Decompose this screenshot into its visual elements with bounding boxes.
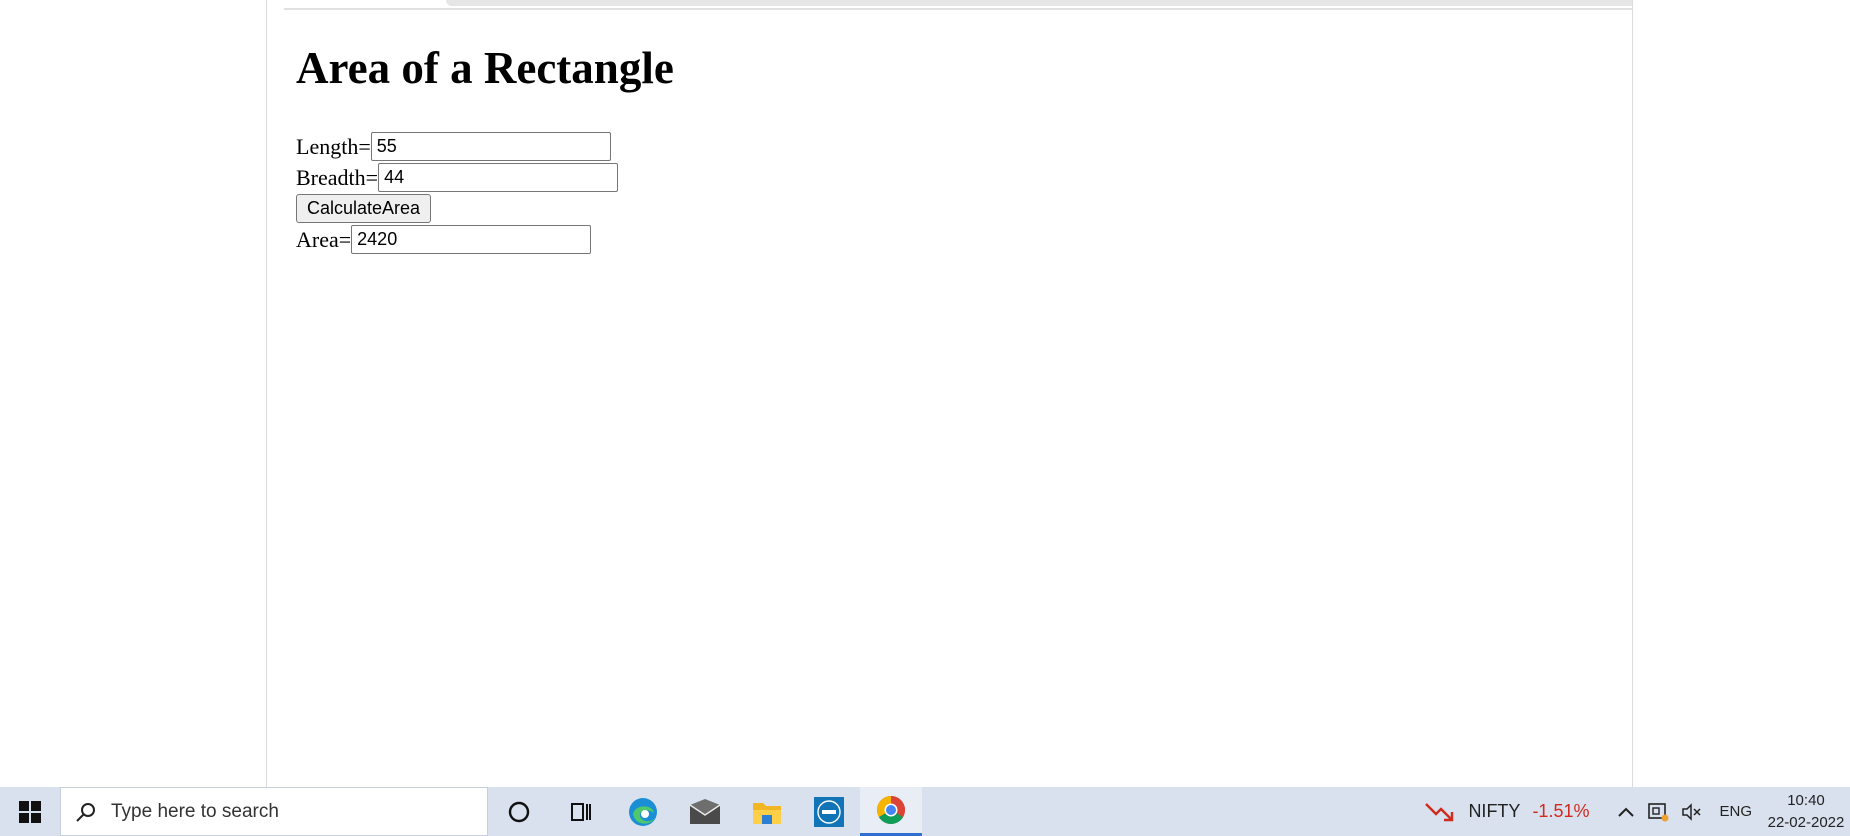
search-placeholder: Type here to search: [111, 800, 279, 822]
chevron-up-icon: [1618, 807, 1635, 817]
browser-top-rule: [284, 8, 1632, 10]
volume-button[interactable]: [1681, 802, 1702, 821]
chrome-icon: [877, 796, 905, 824]
browser-right-edge: [1632, 0, 1633, 787]
browser-left-edge: [266, 0, 267, 787]
network-icon: [1648, 802, 1669, 821]
area-output[interactable]: [351, 225, 592, 254]
taskbar: Type here to search NIFTY -1.51% ENG 10:…: [0, 787, 1850, 836]
system-tray: NIFTY -1.51% ENG 10:40 22-02-2022: [1424, 787, 1850, 836]
mail-icon: [689, 798, 721, 824]
clock[interactable]: 10:40 22-02-2022: [1766, 790, 1846, 834]
button-row: CalculateArea: [296, 193, 1596, 224]
task-view-button[interactable]: [550, 787, 612, 836]
clock-time: 10:40: [1787, 791, 1825, 809]
length-row: Length=: [296, 131, 1596, 162]
show-hidden-icons-button[interactable]: [1617, 805, 1635, 819]
calculate-area-button[interactable]: CalculateArea: [296, 194, 432, 223]
edge-icon: [629, 797, 657, 826]
page-title: Area of a Rectangle: [296, 43, 674, 93]
length-label: Length=: [296, 133, 371, 159]
nifty-trend-down-icon: [1425, 802, 1454, 821]
search-icon: [76, 802, 95, 822]
chrome-button[interactable]: [860, 787, 922, 836]
breadth-label: Breadth=: [296, 164, 379, 190]
nifty-label[interactable]: NIFTY: [1468, 801, 1520, 822]
task-view-icon: [571, 802, 591, 821]
breadth-row: Breadth=: [296, 162, 1596, 193]
area-label: Area=: [296, 226, 352, 252]
file-explorer-icon: [753, 802, 781, 824]
clock-date: 22-02-2022: [1767, 813, 1845, 831]
nifty-change[interactable]: -1.51%: [1532, 801, 1589, 822]
browser-tab-strip: [446, 0, 1632, 6]
breadth-input[interactable]: [378, 163, 619, 192]
cortana-button[interactable]: [488, 787, 550, 836]
volume-muted-icon: [1682, 802, 1702, 821]
mail-button[interactable]: [674, 787, 736, 836]
cortana-icon: [508, 801, 530, 822]
start-button[interactable]: [0, 787, 60, 836]
language-indicator[interactable]: ENG: [1719, 803, 1752, 820]
dell-icon: [814, 796, 844, 827]
taskbar-search[interactable]: Type here to search: [60, 787, 488, 836]
file-explorer-button[interactable]: [736, 787, 798, 836]
edge-button[interactable]: [612, 787, 674, 836]
dell-button[interactable]: [798, 787, 860, 836]
windows-icon: [19, 800, 41, 823]
length-input[interactable]: [370, 132, 611, 161]
area-row: Area=: [296, 224, 1596, 255]
network-status-button[interactable]: [1647, 802, 1669, 822]
page-content: Area of a Rectangle Length= Breadth= Cal…: [296, 38, 1596, 255]
